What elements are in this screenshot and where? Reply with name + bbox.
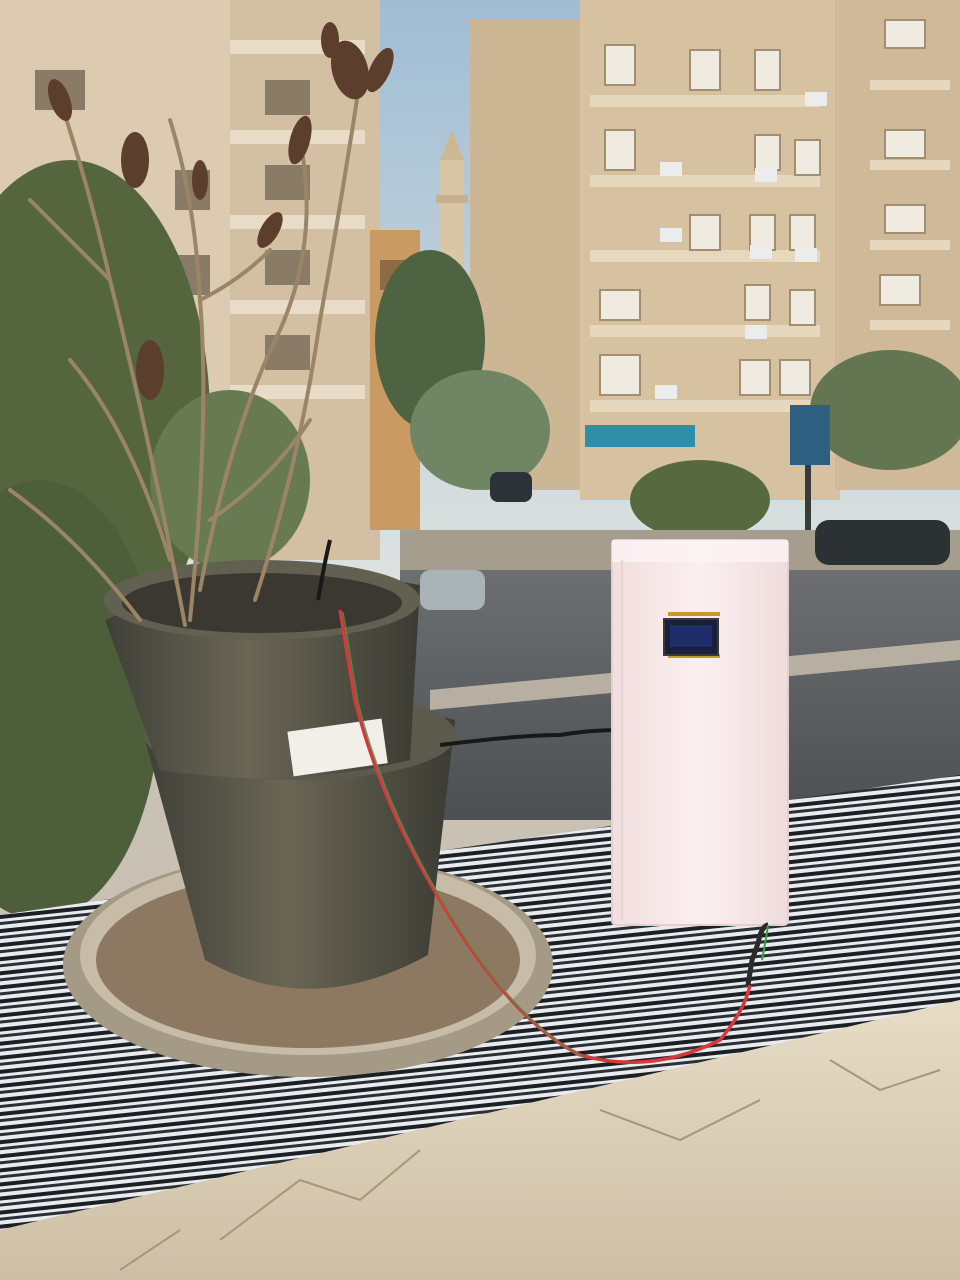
shop-sign (585, 425, 695, 447)
parked-car (420, 570, 485, 610)
parked-car (490, 472, 532, 502)
parked-car (815, 520, 950, 565)
photo-scene (0, 0, 960, 1280)
inner-pot (104, 560, 420, 778)
sensor-enclosure (611, 539, 789, 926)
oled-display (663, 612, 720, 658)
photo-canvas (0, 0, 960, 1280)
